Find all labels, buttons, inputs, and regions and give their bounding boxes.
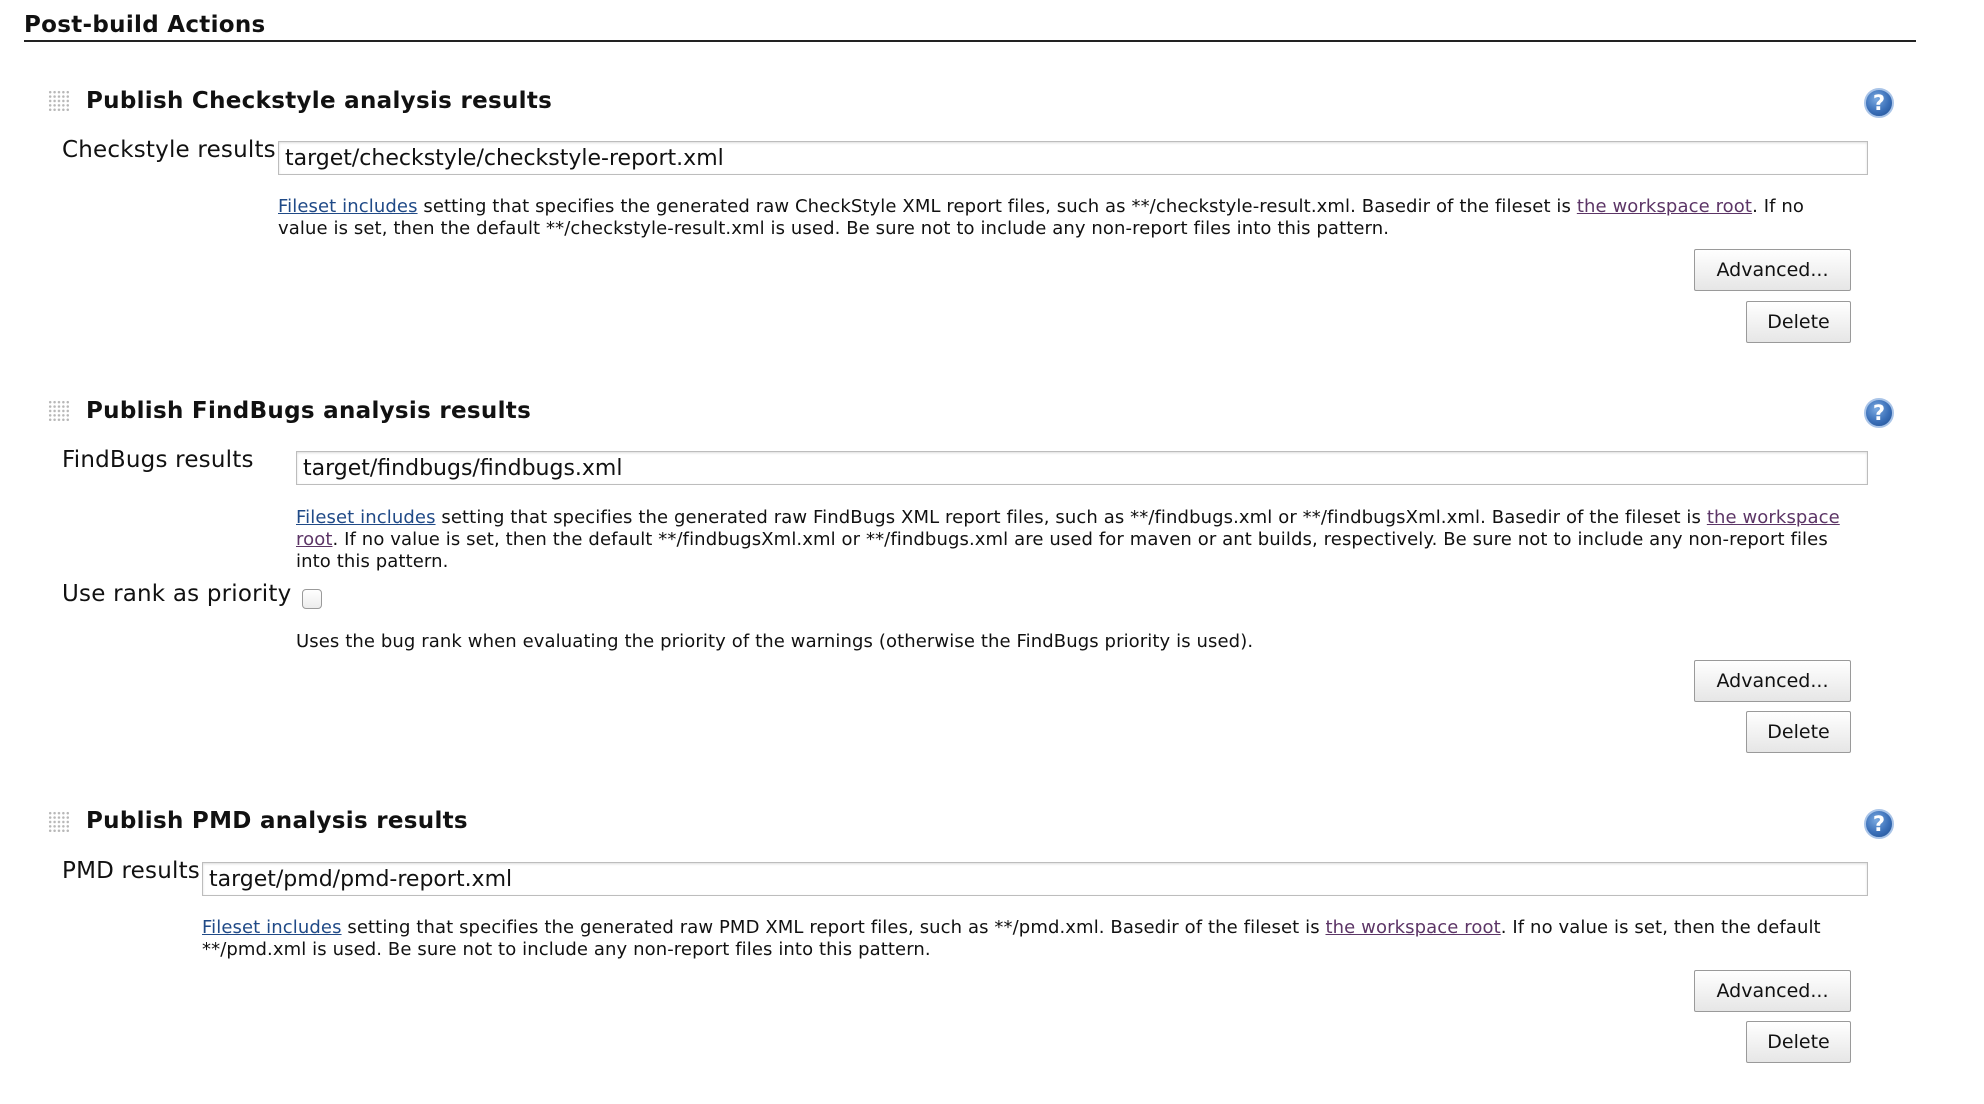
pmd-results-label: PMD results [62,858,200,884]
findbugs-help-text: Fileset includes setting that specifies … [296,507,1858,573]
fileset-includes-link[interactable]: Fileset includes [296,507,436,528]
help-text-part: setting that specifies the generated raw… [417,196,1577,217]
drag-handle-icon[interactable] [48,400,70,422]
help-text-part: . If no value is set, then the default *… [296,529,1828,572]
use-rank-label: Use rank as priority [62,581,292,607]
help-icon[interactable]: ? [1864,88,1894,118]
workspace-root-link[interactable]: the workspace root [1326,917,1501,938]
pmd-results-input[interactable] [202,862,1868,896]
advanced-button[interactable]: Advanced... [1694,249,1851,291]
help-text-part: setting that specifies the generated raw… [341,917,1326,938]
help-text-part: setting that specifies the generated raw… [435,507,1707,528]
post-build-actions-page: Post-build Actions Publish Checkstyle an… [0,0,1984,1104]
use-rank-checkbox[interactable] [302,589,322,609]
use-rank-help-text: Uses the bug rank when evaluating the pr… [296,631,1254,652]
checkstyle-results-input[interactable] [278,141,1868,175]
findbugs-results-label: FindBugs results [62,447,254,473]
checkstyle-title: Publish Checkstyle analysis results [86,88,553,114]
help-icon[interactable]: ? [1864,809,1894,839]
delete-button[interactable]: Delete [1746,1021,1851,1063]
section-title: Post-build Actions [24,12,266,38]
fileset-includes-link[interactable]: Fileset includes [202,917,342,938]
checkstyle-help-text: Fileset includes setting that specifies … [278,196,1858,240]
delete-button[interactable]: Delete [1746,711,1851,753]
advanced-button[interactable]: Advanced... [1694,970,1851,1012]
pmd-help-text: Fileset includes setting that specifies … [202,917,1858,961]
fileset-includes-link[interactable]: Fileset includes [278,196,418,217]
help-icon[interactable]: ? [1864,398,1894,428]
findbugs-title: Publish FindBugs analysis results [86,398,532,424]
checkstyle-results-label: Checkstyle results [62,137,276,163]
advanced-button[interactable]: Advanced... [1694,660,1851,702]
pmd-title: Publish PMD analysis results [86,808,468,834]
section-header: Post-build Actions [24,8,1916,42]
drag-handle-icon[interactable] [48,90,70,112]
delete-button[interactable]: Delete [1746,301,1851,343]
drag-handle-icon[interactable] [48,811,70,833]
workspace-root-link[interactable]: the workspace root [1577,196,1752,217]
findbugs-results-input[interactable] [296,451,1868,485]
